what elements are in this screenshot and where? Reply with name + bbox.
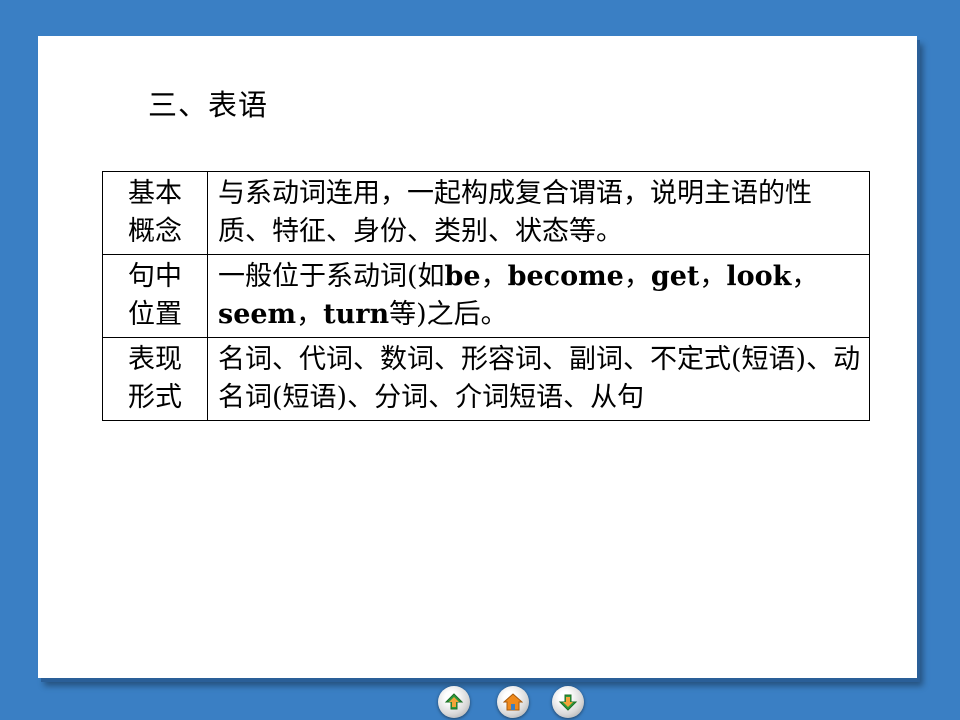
verb-become: become xyxy=(507,261,624,292)
arrow-up-icon xyxy=(444,693,464,710)
row-key-position: 句中 位置 xyxy=(102,254,208,338)
text-segment: ， xyxy=(480,261,508,292)
text-segment: ， xyxy=(791,261,819,292)
row-key-line: 句中 xyxy=(128,261,182,292)
table-row: 基本 概念 与系动词连用，一起构成复合谓语，说明主语的性质、特征、身份、类别、状… xyxy=(102,171,870,255)
text-segment: 等)之后。 xyxy=(389,299,508,330)
slide-heading: 三、表语 xyxy=(148,88,269,122)
navigation-bar xyxy=(0,680,960,720)
arrow-down-icon xyxy=(558,694,578,711)
row-key-line: 基本 xyxy=(128,178,182,209)
row-key-form: 表现 形式 xyxy=(102,337,208,421)
verb-look: look xyxy=(726,261,792,292)
home-icon xyxy=(503,693,523,711)
verb-be: be xyxy=(444,261,481,292)
home-button[interactable] xyxy=(497,686,529,718)
text-segment: ， xyxy=(623,261,651,292)
prev-slide-button[interactable] xyxy=(438,686,470,718)
definition-table: 基本 概念 与系动词连用，一起构成复合谓语，说明主语的性质、特征、身份、类别、状… xyxy=(102,171,870,421)
row-key-line: 表现 xyxy=(128,344,182,375)
table-row: 表现 形式 名词、代词、数词、形容词、副词、不定式(短语)、动名词(短语)、分词… xyxy=(102,337,870,421)
row-value-form: 名词、代词、数词、形容词、副词、不定式(短语)、动名词(短语)、分词、介词短语、… xyxy=(207,337,870,421)
row-key-line: 概念 xyxy=(128,216,182,247)
next-slide-button[interactable] xyxy=(552,686,584,718)
verb-turn: turn xyxy=(323,299,390,330)
row-value-concept: 与系动词连用，一起构成复合谓语，说明主语的性质、特征、身份、类别、状态等。 xyxy=(207,171,870,255)
text-segment: ， xyxy=(296,299,324,330)
row-key-line: 形式 xyxy=(128,382,182,413)
row-key-concept: 基本 概念 xyxy=(102,171,208,255)
row-key-line: 位置 xyxy=(128,299,182,330)
verb-seem: seem xyxy=(218,299,297,330)
verb-get: get xyxy=(650,261,700,292)
text-segment: ， xyxy=(699,261,727,292)
text-segment: 一般位于系动词(如 xyxy=(218,261,445,292)
table-row: 句中 位置 一般位于系动词(如be，become，get，look，seem，t… xyxy=(102,254,870,338)
row-value-position: 一般位于系动词(如be，become，get，look，seem，turn等)之… xyxy=(207,254,870,338)
